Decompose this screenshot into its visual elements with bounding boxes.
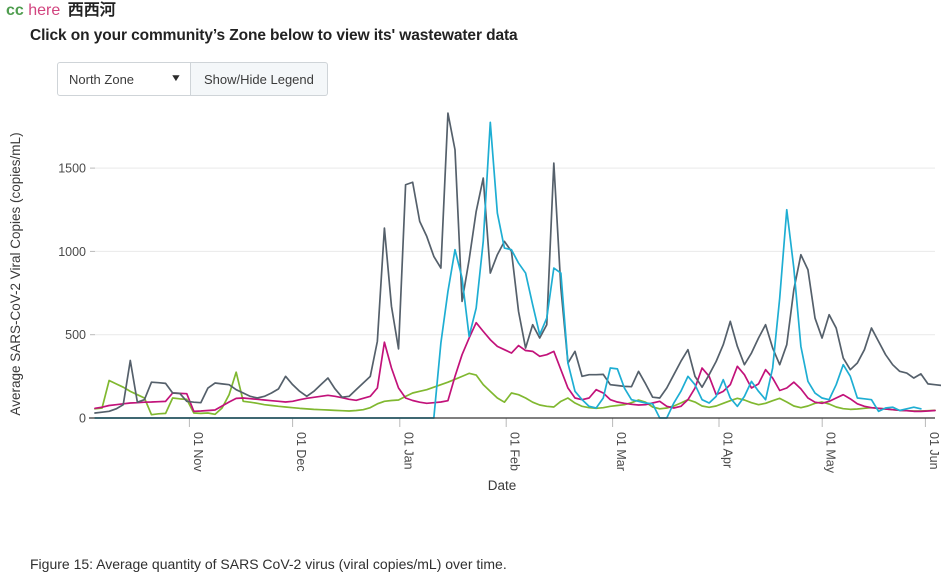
zone-select-value: North Zone xyxy=(69,71,135,87)
ytick-label: 0 xyxy=(79,412,86,426)
zone-select-dropdown[interactable]: North Zone ▼ xyxy=(57,62,191,96)
ytick-label: 1500 xyxy=(58,162,86,176)
chart-x-axis-title: Date xyxy=(488,478,517,493)
chart-ytick-marks xyxy=(90,167,95,419)
figure-caption: Figure 15: Average quantity of SARS CoV-… xyxy=(30,556,507,572)
site-watermark: cc here 西西河 xyxy=(6,1,116,21)
watermark-chinese: 西西河 xyxy=(67,2,116,19)
xtick-label: 01 Feb xyxy=(508,432,522,471)
ytick-label: 500 xyxy=(65,328,86,342)
xtick-label: 01 Dec xyxy=(294,432,308,472)
watermark-here: here xyxy=(28,2,61,19)
chart-xtick-labels: 01 Nov 01 Dec 01 Jan 01 Feb 01 Mar 01 Apr 01 M… xyxy=(191,432,941,474)
chevron-down-icon: ▼ xyxy=(169,73,183,84)
wastewater-chart: 0 500 1000 1500 01 Nov 01 Dec 01 Jan 01 Feb 01 … xyxy=(0,96,941,506)
xtick-label: 01 May xyxy=(824,432,838,474)
series-line xyxy=(94,371,936,416)
xtick-label: 01 Jun xyxy=(927,432,941,470)
xtick-label: 01 Nov xyxy=(191,432,205,472)
chart-series-lines xyxy=(94,112,941,419)
xtick-label: 01 Mar xyxy=(614,432,628,471)
xtick-label: 01 Apr xyxy=(721,432,735,468)
series-line xyxy=(94,321,936,413)
chart-controls: North Zone ▼ Show/Hide Legend xyxy=(57,62,328,96)
xtick-label: 01 Jan xyxy=(401,432,415,470)
chart-y-axis-title: Average SARS-CoV-2 Viral Copies (copies/… xyxy=(8,132,23,415)
chart-gridlines xyxy=(95,167,935,336)
ytick-label: 1000 xyxy=(58,245,86,259)
chart-svg: 050010001500 01 Nov 01 Dec 01 Jan 01 Feb 01 … xyxy=(8,112,941,493)
chart-xtick-marks xyxy=(188,418,926,427)
chart-ytick-labels: 0 500 1000 1500 xyxy=(58,162,86,426)
show-hide-legend-button[interactable]: Show/Hide Legend xyxy=(191,62,328,96)
page-title: Click on your community’s Zone below to … xyxy=(30,27,518,44)
watermark-cc: cc xyxy=(6,2,24,19)
